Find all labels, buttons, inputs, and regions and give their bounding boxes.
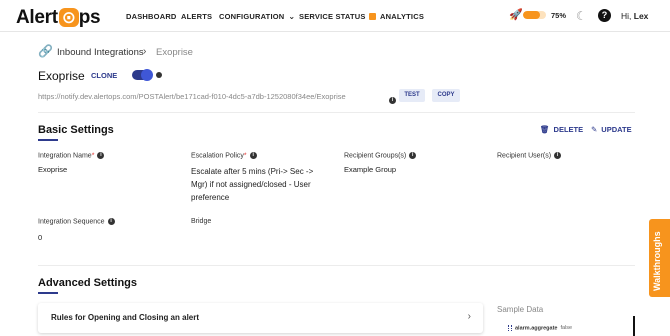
sample-data-heading: Sample Data (497, 305, 544, 314)
nav-service-status-label: SERVICE STATUS (299, 12, 366, 21)
rocket-icon[interactable]: 🚀 (509, 10, 523, 21)
greeting-prefix: Hi, (621, 11, 634, 21)
lock-icon (368, 13, 376, 20)
info-icon[interactable]: i (97, 152, 105, 159)
integration-title: Exoprise (38, 69, 85, 83)
recipient-groups-value: Example Group (344, 165, 397, 174)
progress-fill (523, 11, 541, 19)
url-info-icon[interactable]: i (389, 92, 396, 110)
breadcrumb-current: Exoprise (156, 47, 193, 58)
update-label: UPDATE (601, 125, 632, 134)
escalation-policy-value: Escalate after 5 mins (Pri-> Sec -> Mgr)… (191, 167, 314, 202)
integration-name-value: Exoprise (38, 165, 68, 174)
onboarding-progress-bar[interactable] (523, 11, 546, 19)
bridge-label: Bridge (191, 218, 212, 225)
nav-analytics[interactable]: ANALYTICS (380, 12, 424, 21)
divider (38, 112, 635, 113)
integration-sequence-label: Integration Sequence i (38, 218, 115, 225)
trash-icon: 🗑 (540, 125, 550, 134)
info-icon[interactable]: i (409, 152, 417, 159)
clone-button[interactable]: CLONE (91, 71, 117, 80)
pencil-icon: ✎ (591, 125, 598, 134)
advanced-settings-heading: Advanced Settings (38, 277, 138, 289)
recipient-groups-label: Recipient Groups(s) i (344, 152, 417, 159)
drag-handle-icon[interactable] (508, 325, 512, 331)
breadcrumb-chevron-right-icon: › (143, 46, 147, 57)
basic-settings-heading: Basic Settings (38, 124, 114, 136)
enable-toggle[interactable] (132, 69, 153, 81)
top-nav-bar: Alert ⊙ ps DASHBOARD ALERTS CONFIGURATION ⌄… (0, 0, 670, 32)
test-button[interactable]: TEST (399, 89, 425, 102)
walkthroughs-label: Walkthroughs (652, 231, 662, 291)
heading-underline (38, 292, 58, 294)
sample-data-item[interactable]: alarm.aggregate false (508, 325, 572, 331)
scroll-indicator (633, 316, 635, 336)
breadcrumb-inbound-integrations[interactable]: Inbound Integrations (57, 47, 144, 58)
nav-configuration[interactable]: CONFIGURATION ⌄ (219, 12, 295, 21)
link-chain-icon: 🔗 (38, 44, 53, 58)
user-greeting[interactable]: Hi, Lex (621, 11, 648, 21)
dark-mode-moon-icon[interactable]: ☾ (576, 9, 587, 23)
user-name: Lex (633, 11, 649, 21)
walkthroughs-tab[interactable]: Walkthroughs (649, 219, 670, 297)
divider (38, 265, 635, 266)
sample-data-key: alarm.aggregate (515, 325, 558, 332)
nav-dashboard[interactable]: DASHBOARD (126, 12, 177, 21)
escalation-policy-label: Escalation Policy* i (191, 152, 257, 159)
heading-underline (38, 139, 58, 141)
info-icon[interactable]: i (554, 152, 562, 159)
recipient-users-label: Recipient User(s) i (497, 152, 562, 159)
integration-sequence-value: 0 (38, 233, 43, 242)
integration-name-label: Integration Name* i (38, 152, 105, 159)
info-icon[interactable]: i (107, 218, 115, 225)
progress-percent: 75% (551, 11, 567, 20)
toggle-info-dot (156, 72, 162, 78)
nav-alerts[interactable]: ALERTS (181, 12, 212, 21)
update-button[interactable]: ✎ UPDATE (591, 125, 632, 134)
chevron-down-icon: ⌄ (288, 12, 296, 21)
nav-configuration-label: CONFIGURATION (219, 12, 285, 21)
delete-label: DELETE (553, 125, 584, 134)
toggle-knob (141, 69, 153, 81)
alertops-logo[interactable]: Alert ⊙ ps (16, 7, 101, 29)
rules-accordion[interactable]: Rules for Opening and Closing an alert › (38, 303, 483, 333)
delete-button[interactable]: 🗑 DELETE (540, 125, 583, 134)
copy-button[interactable]: COPY (432, 89, 460, 102)
logo-bubble-icon: ⊙ (58, 8, 79, 27)
integration-url: https://notify.dev.alertops.com/POSTAler… (38, 92, 346, 101)
help-icon[interactable]: ? (598, 9, 611, 22)
chevron-right-icon: › (467, 311, 471, 322)
nav-service-status[interactable]: SERVICE STATUS (299, 12, 376, 21)
rules-accordion-label: Rules for Opening and Closing an alert (51, 313, 200, 322)
info-icon[interactable]: i (249, 152, 257, 159)
sample-data-value: false (560, 325, 573, 332)
